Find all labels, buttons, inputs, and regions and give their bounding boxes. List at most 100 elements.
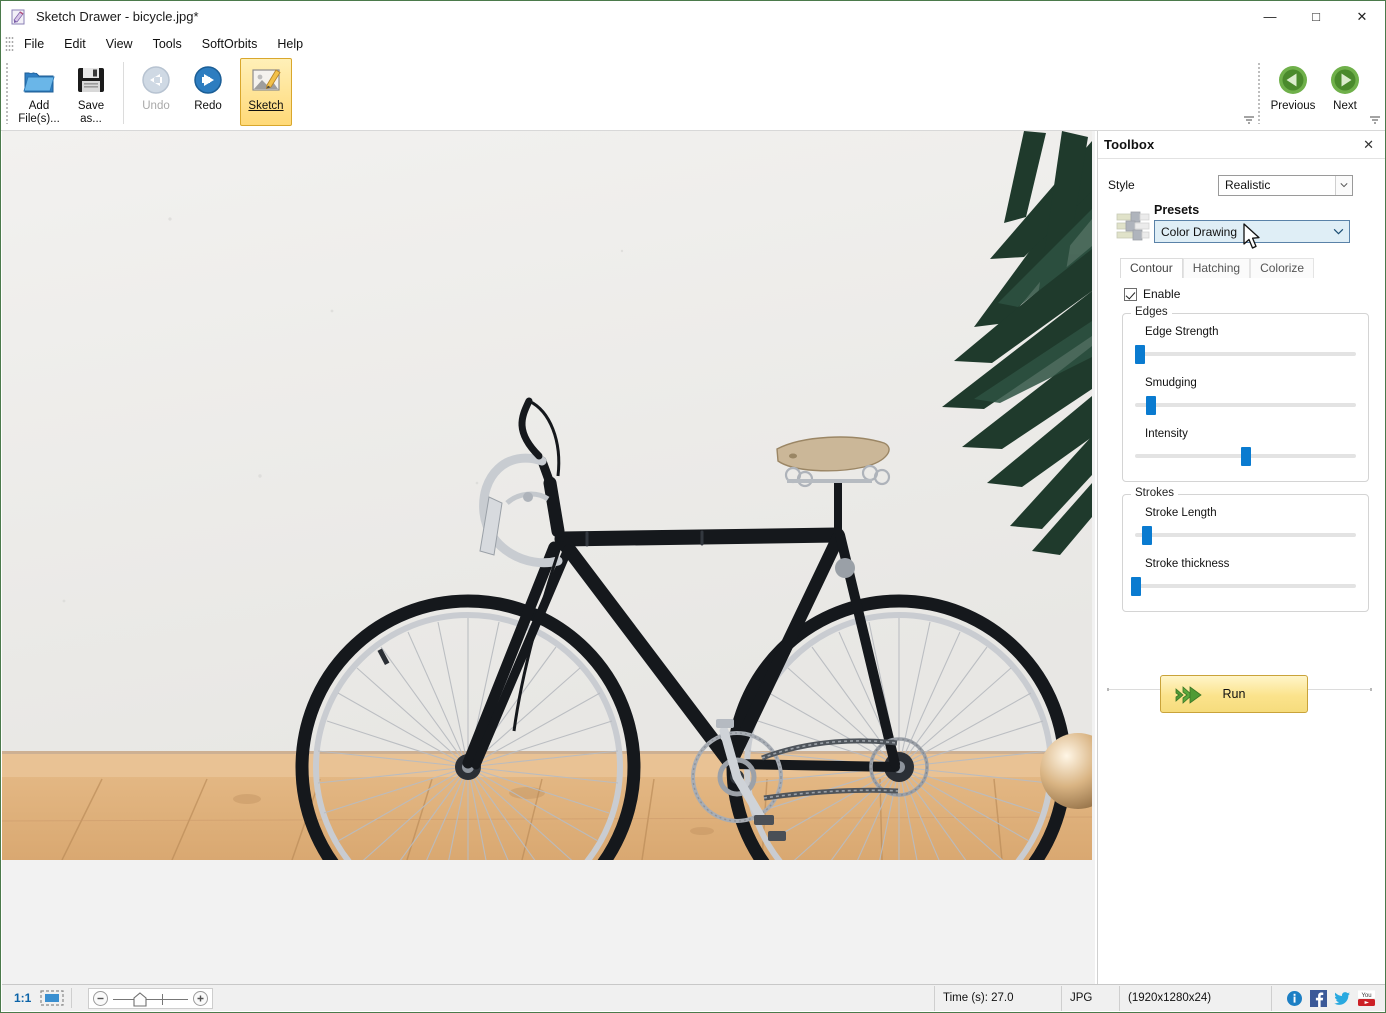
- smudging-slider[interactable]: [1135, 396, 1356, 415]
- style-dropdown[interactable]: Realistic: [1218, 174, 1353, 196]
- style-value: Realistic: [1225, 178, 1271, 192]
- stroke-thickness-block: Stroke thickness: [1130, 558, 1356, 596]
- zoom-slider-track: [113, 998, 189, 1000]
- menu-grip-handle[interactable]: [5, 36, 14, 52]
- sketch-pencil-icon: [250, 64, 282, 96]
- format-status: JPG: [1062, 985, 1120, 1011]
- close-button[interactable]: ✕: [1339, 1, 1385, 32]
- facebook-icon[interactable]: [1310, 989, 1327, 1007]
- slider-thumb[interactable]: [1135, 345, 1145, 364]
- stroke-length-slider[interactable]: [1135, 526, 1356, 545]
- slider-thumb[interactable]: [1130, 577, 1141, 596]
- toolbar-overflow-button[interactable]: [1243, 115, 1255, 128]
- statusbar-divider-1: [71, 988, 73, 1008]
- enable-row[interactable]: Enable: [1124, 287, 1377, 301]
- zoom-slider-tick: [162, 993, 164, 1005]
- edge-strength-slider[interactable]: [1135, 345, 1356, 364]
- folder-add-icon: [23, 64, 55, 96]
- add-files-label: Add File(s)...: [18, 100, 60, 126]
- ribbon-overflow-button[interactable]: [1369, 115, 1381, 128]
- edges-group-title: Edges: [1131, 306, 1172, 318]
- menu-item-edit[interactable]: Edit: [54, 35, 96, 53]
- run-button[interactable]: Run: [1160, 675, 1308, 713]
- twitter-icon[interactable]: [1334, 990, 1351, 1007]
- green-double-arrow-icon: [1175, 685, 1205, 705]
- presets-dropdown[interactable]: Color Drawing: [1154, 220, 1350, 243]
- maximize-button[interactable]: □: [1293, 1, 1339, 32]
- arrow-left-circle-icon: [140, 64, 172, 96]
- sketch-app-icon: [11, 9, 27, 25]
- photo-bicycle[interactable]: [2, 131, 1092, 860]
- undo-button[interactable]: Undo: [130, 58, 182, 126]
- next-circle-icon: [1329, 64, 1361, 96]
- toolbox-close-icon[interactable]: ✕: [1360, 137, 1377, 153]
- image-canvas[interactable]: [2, 131, 1095, 986]
- stroke-thickness-slider[interactable]: [1130, 577, 1356, 596]
- application-window: Sketch Drawer - bicycle.jpg* — □ ✕ File …: [0, 0, 1386, 1013]
- window-controls: — □ ✕: [1247, 1, 1385, 32]
- save-as-button[interactable]: Save as...: [65, 58, 117, 127]
- menu-item-softorbits[interactable]: SoftOrbits: [192, 35, 268, 53]
- stroke-length-label: Stroke Length: [1145, 507, 1217, 519]
- intensity-label: Intensity: [1145, 428, 1188, 440]
- nav-grip-handle[interactable]: [1257, 62, 1261, 124]
- edges-group: Edges Edge Strength Smudging Intensity: [1122, 306, 1369, 482]
- enable-label: Enable: [1143, 287, 1181, 301]
- slider-thumb[interactable]: [1141, 526, 1152, 545]
- presets-value: Color Drawing: [1161, 224, 1238, 239]
- strokes-group: Strokes Stroke Length Stroke thickness: [1122, 487, 1369, 612]
- chevron-down-icon[interactable]: [1335, 175, 1352, 195]
- slider-track: [1135, 584, 1356, 588]
- info-icon[interactable]: [1286, 990, 1303, 1007]
- slider-track: [1135, 352, 1356, 356]
- style-row: Style Realistic: [1108, 173, 1377, 197]
- tab-colorize[interactable]: Colorize: [1250, 258, 1315, 278]
- presets-label: Presets: [1154, 203, 1200, 217]
- next-button[interactable]: Next: [1319, 58, 1371, 113]
- save-as-label: Save as...: [77, 100, 105, 126]
- slider-thumb[interactable]: [1241, 447, 1252, 466]
- redo-button[interactable]: Redo: [182, 58, 234, 126]
- menu-item-view[interactable]: View: [96, 35, 143, 53]
- fit-to-window-icon[interactable]: [39, 989, 65, 1007]
- presets-row: Presets Color Drawing: [1108, 203, 1377, 243]
- stroke-length-block: Stroke Length: [1135, 507, 1356, 545]
- zoom-out-button[interactable]: [93, 990, 109, 1006]
- zoom-slider-thumb[interactable]: [133, 991, 147, 1007]
- smudging-label: Smudging: [1145, 377, 1197, 389]
- edge-strength-label: Edge Strength: [1145, 326, 1219, 338]
- previous-button[interactable]: Previous: [1267, 58, 1319, 113]
- menu-item-help[interactable]: Help: [267, 35, 313, 53]
- presets-chevron-down-icon[interactable]: [1330, 221, 1347, 242]
- floppy-disk-icon: [75, 64, 107, 96]
- youtube-icon[interactable]: You: [1358, 990, 1375, 1007]
- time-status: Time (s): 27.0: [934, 985, 1062, 1011]
- style-label: Style: [1108, 178, 1135, 192]
- stroke-thickness-label: Stroke thickness: [1145, 558, 1230, 570]
- toolbar-main-group: Add File(s)... Save as... Undo Redo Sket…: [13, 58, 292, 127]
- zoom-ratio-label: 1:1: [14, 991, 32, 1005]
- menu-item-file[interactable]: File: [14, 35, 54, 53]
- menu-item-tools[interactable]: Tools: [143, 35, 192, 53]
- add-files-button[interactable]: Add File(s)...: [13, 58, 65, 127]
- undo-label: Undo: [142, 100, 170, 112]
- tab-contour[interactable]: Contour: [1120, 258, 1183, 278]
- window-title: Sketch Drawer - bicycle.jpg*: [36, 9, 199, 24]
- tab-hatching[interactable]: Hatching: [1182, 258, 1251, 278]
- enable-checkbox[interactable]: [1124, 287, 1137, 301]
- statusbar-icon-group: You: [1272, 989, 1385, 1007]
- toolbar-navigation-group: Previous Next: [1257, 58, 1371, 124]
- toolbox-title: Toolbox: [1104, 137, 1155, 152]
- slider-track: [1135, 403, 1356, 407]
- slider-thumb[interactable]: [1146, 396, 1157, 415]
- minimize-button[interactable]: —: [1247, 1, 1293, 32]
- intensity-slider[interactable]: [1135, 447, 1356, 466]
- arrow-right-circle-icon: [192, 64, 224, 96]
- sketch-button[interactable]: Sketch: [240, 58, 292, 126]
- zoom-in-button[interactable]: [193, 990, 209, 1006]
- previous-label: Previous: [1270, 100, 1316, 112]
- toolbar-grip-handle[interactable]: [5, 62, 9, 124]
- prev-circle-icon: [1277, 64, 1309, 96]
- zoom-slider[interactable]: [88, 987, 214, 1009]
- intensity-block: Intensity: [1135, 428, 1356, 466]
